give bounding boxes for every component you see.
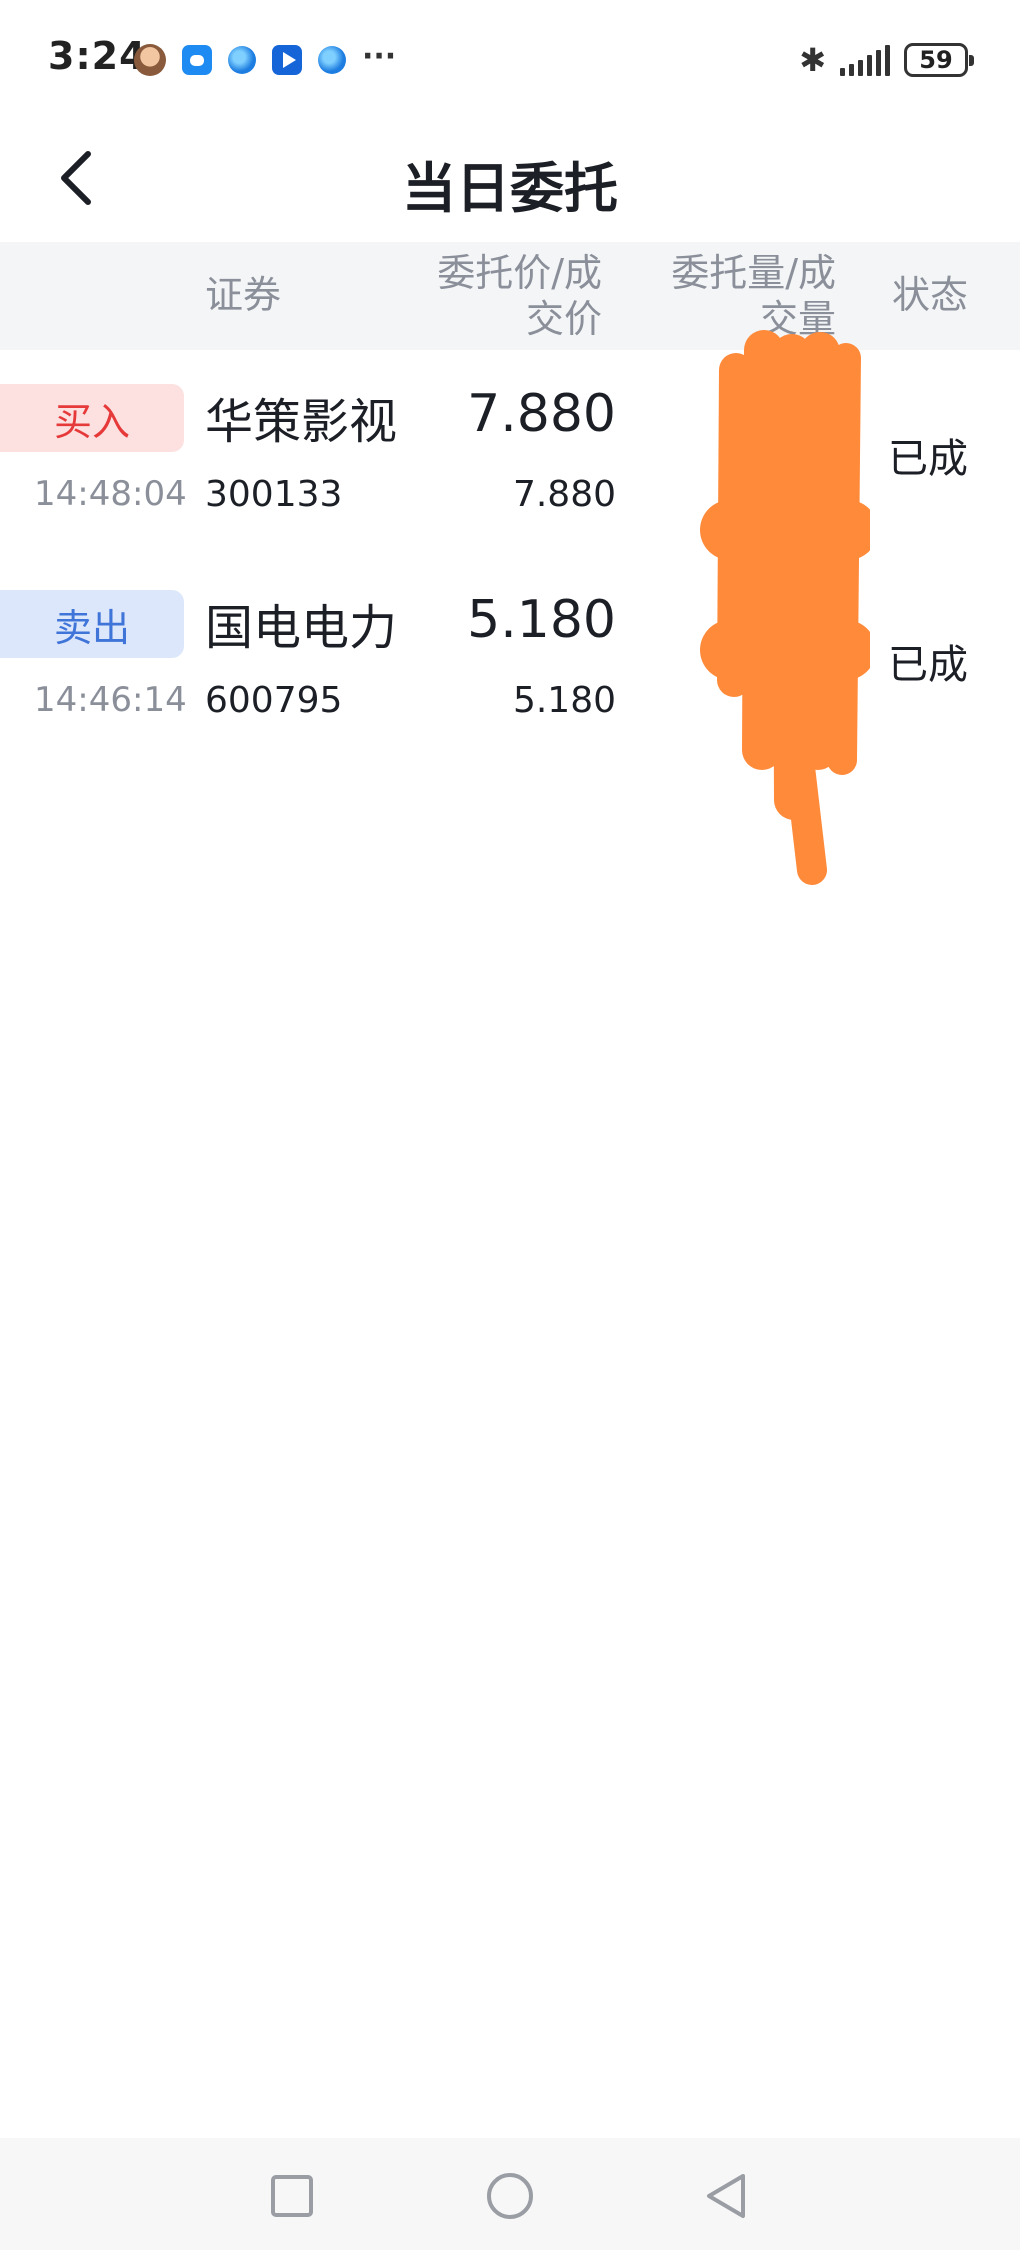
column-quantity: 委托量/成 交量 [671,250,836,342]
deal-price: 7.880 [512,474,616,515]
redaction-scribble [700,330,870,885]
circle-icon [487,2173,533,2219]
triangle-back-icon [707,2174,745,2218]
avatar-icon [134,44,166,76]
sell-badge: 卖出 [0,590,184,658]
buy-badge: 买入 [0,384,184,452]
column-status: 状态 [891,273,968,317]
deal-price: 5.180 [512,680,616,721]
chat-icon [182,45,212,75]
recent-apps-button[interactable] [264,2168,320,2224]
page-title: 当日委托 [402,157,618,220]
status-time: 3:24 [48,34,147,78]
stock-code: 300133 [205,474,343,515]
column-quantity-line1: 委托量/成 [671,251,836,295]
column-security: 证券 [205,273,282,317]
square-icon [271,2175,313,2217]
order-price: 7.880 [467,384,616,444]
system-back-button[interactable] [698,2168,754,2224]
column-price: 委托价/成 交价 [437,250,602,342]
column-price-line2: 交价 [525,297,602,341]
navigation-bar [0,2138,1020,2250]
bluetooth-icon: ✱ [799,41,826,79]
system-icons: ✱ 59 [799,38,974,82]
globe-icon [228,46,256,74]
app-header: 当日委托 [0,118,1020,242]
home-button[interactable] [482,2168,538,2224]
stock-name: 华策影视 [205,394,398,450]
column-price-line1: 委托价/成 [437,251,602,295]
order-time: 14:46:14 [34,680,187,720]
order-status: 已成 [888,436,968,482]
status-bar: 3:24 ··· ✱ 59 [0,0,1020,118]
signal-icon [840,44,890,76]
order-time: 14:48:04 [34,474,187,514]
battery-icon: 59 [904,43,974,77]
stock-name: 国电电力 [205,600,398,656]
stock-code: 600795 [205,680,343,721]
notification-icons: ··· [134,38,397,78]
order-status: 已成 [888,642,968,688]
globe-icon [318,46,346,74]
order-price: 5.180 [467,590,616,650]
more-notifications-icon: ··· [362,38,397,74]
arrow-app-icon [272,45,302,75]
